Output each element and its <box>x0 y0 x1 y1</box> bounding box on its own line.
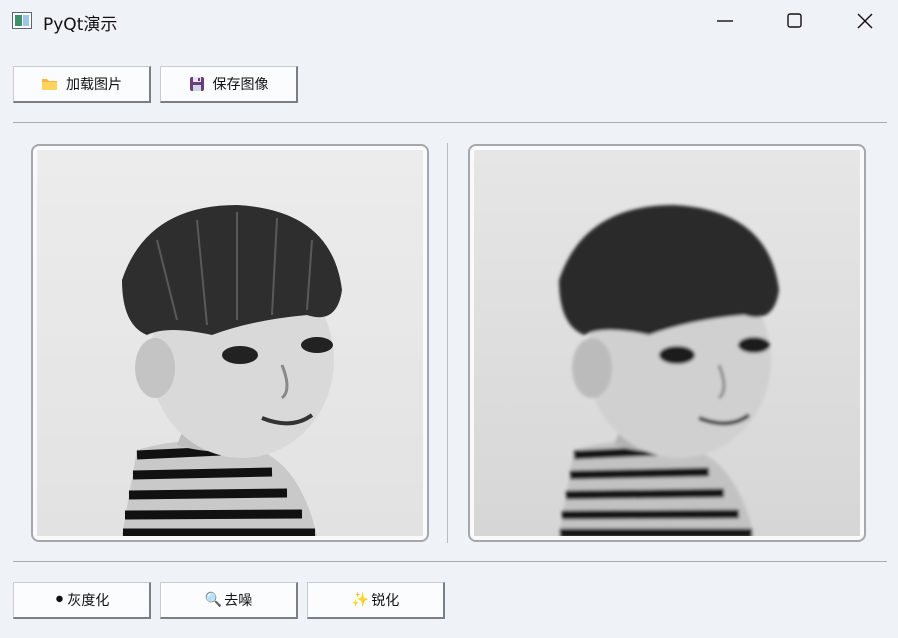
original-image-panel <box>31 144 429 542</box>
processed-image-panel <box>468 144 866 542</box>
close-button[interactable] <box>830 0 898 42</box>
sharpen-label: 锐化 <box>371 593 400 609</box>
minimize-icon <box>717 20 733 22</box>
maximize-icon <box>787 13 802 28</box>
sparkles-icon: ✨ <box>351 592 370 608</box>
save-image-button[interactable]: 保存图像 <box>160 66 298 103</box>
grayscale-button[interactable]: ⚫ 灰度化 <box>13 582 151 619</box>
save-image-label: 保存图像 <box>212 77 269 93</box>
window-title: PyQt演示 <box>43 15 118 35</box>
black-circle-icon: ⚫ <box>53 592 66 608</box>
app-icon <box>12 12 32 29</box>
floppy-disk-icon <box>189 77 204 91</box>
processed-photo <box>474 150 860 536</box>
grayscale-label: 灰度化 <box>67 593 110 609</box>
original-photo <box>37 150 423 536</box>
denoise-button[interactable]: 🔍 去噪 <box>160 582 298 619</box>
close-icon <box>857 13 873 29</box>
denoise-label: 去噪 <box>224 593 253 609</box>
folder-icon <box>42 79 57 90</box>
load-image-label: 加载图片 <box>66 77 122 93</box>
top-divider <box>13 122 887 123</box>
magnifier-icon: 🔍 <box>204 592 223 608</box>
bottom-divider <box>13 561 887 562</box>
panel-divider <box>447 143 448 543</box>
maximize-button[interactable] <box>760 0 830 42</box>
sharpen-button[interactable]: ✨ 锐化 <box>307 582 445 619</box>
minimize-button[interactable] <box>690 0 760 42</box>
title-bar: PyQt演示 <box>0 0 898 42</box>
load-image-button[interactable]: 加载图片 <box>13 66 151 103</box>
